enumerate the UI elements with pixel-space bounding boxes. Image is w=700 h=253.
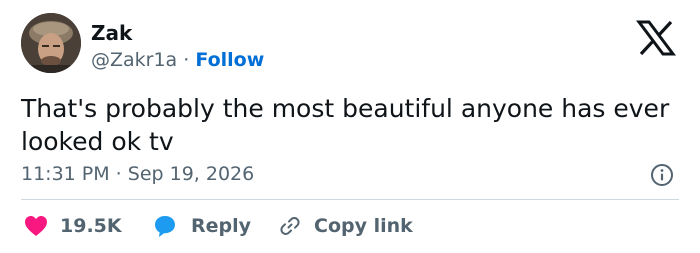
- copy-link-label: Copy link: [314, 215, 413, 237]
- x-logo-icon[interactable]: [636, 20, 676, 56]
- separator-dot: ·: [183, 49, 190, 71]
- author-name[interactable]: Zak: [91, 20, 132, 46]
- author-handle-line: @Zakr1a · Follow: [91, 47, 264, 73]
- heart-icon: [24, 215, 48, 237]
- reply-button[interactable]: Reply: [153, 209, 251, 243]
- info-icon[interactable]: [650, 163, 674, 187]
- link-icon: [278, 214, 302, 238]
- like-count: 19.5K: [60, 215, 122, 237]
- like-button[interactable]: 19.5K: [24, 209, 122, 243]
- tweet-card: Zak @Zakr1a · Follow That's probably the…: [0, 0, 700, 253]
- avatar[interactable]: [21, 13, 81, 73]
- follow-button[interactable]: Follow: [195, 49, 264, 71]
- divider: [21, 199, 679, 200]
- speech-bubble-icon: [153, 214, 177, 238]
- tweet-text: That's probably the most beautiful anyon…: [21, 94, 670, 156]
- author-handle[interactable]: @Zakr1a: [91, 49, 177, 71]
- avatar-image: [21, 13, 81, 73]
- tweet-timestamp[interactable]: 11:31 PM · Sep 19, 2026: [21, 161, 254, 187]
- reply-label: Reply: [191, 215, 252, 237]
- copy-link-button[interactable]: Copy link: [278, 209, 413, 243]
